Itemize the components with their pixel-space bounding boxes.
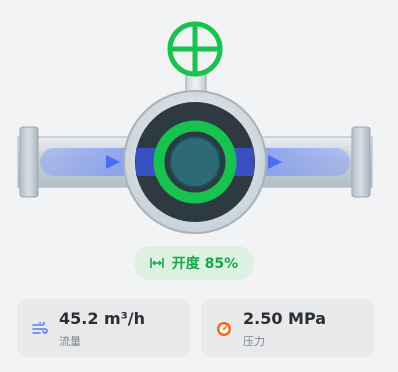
valve-core: [169, 136, 221, 188]
opening-badge: 开度 85%: [134, 246, 254, 280]
flow-label: 流量: [59, 335, 81, 348]
pressure-value: 2.50 MPa: [243, 309, 327, 328]
flow-card: 45.2 m³/h 流量: [17, 299, 190, 357]
gauge-icon: [215, 320, 233, 338]
wind-icon: [31, 320, 49, 338]
flange-right: [351, 126, 371, 198]
flow-value: 45.2 m³/h: [59, 309, 145, 328]
pressure-card: 2.50 MPa 压力: [201, 299, 374, 357]
opening-text: 开度 85%: [171, 256, 239, 272]
width-arrows-icon: [149, 257, 164, 269]
valve-handwheel-icon[interactable]: [167, 21, 223, 77]
flange-left: [19, 126, 39, 198]
pressure-label: 压力: [243, 335, 265, 348]
